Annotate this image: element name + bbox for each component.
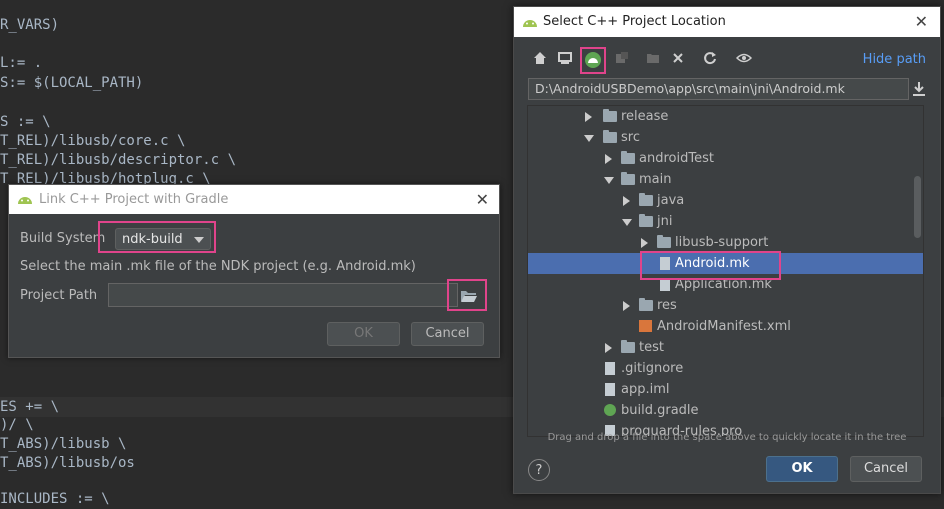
- highlight-box: [98, 221, 216, 253]
- tree-item-label: main: [639, 172, 672, 187]
- cancel-button[interactable]: Cancel: [850, 456, 922, 482]
- folder-icon: [639, 214, 653, 227]
- download-icon[interactable]: [912, 81, 926, 97]
- folder-icon: [639, 298, 653, 311]
- tree-item-libusb-support[interactable]: libusb-support: [528, 232, 923, 253]
- project-path-label: Project Path: [20, 288, 98, 303]
- cancel-button[interactable]: Cancel: [411, 322, 484, 346]
- code-line: S:= $(LOCAL_PATH): [0, 75, 144, 91]
- refresh-icon[interactable]: [701, 51, 719, 69]
- code-line: R_VARS): [0, 17, 60, 33]
- folder-icon: [621, 172, 635, 185]
- project-path-input[interactable]: [108, 283, 458, 307]
- folder-icon: [603, 109, 617, 122]
- chevron-down-icon[interactable]: [622, 219, 632, 226]
- tree-item-label: libusb-support: [675, 235, 769, 250]
- tree-item-release[interactable]: release: [528, 106, 923, 127]
- tree-item-label: test: [639, 340, 664, 355]
- dialog-titlebar: Link C++ Project with Gradle ✕: [9, 185, 499, 214]
- close-icon[interactable]: ✕: [915, 7, 928, 37]
- instruction-text: Select the main .mk file of the NDK proj…: [20, 259, 416, 274]
- tree-item-label: .gitignore: [621, 361, 684, 376]
- code-line: T_REL)/libusb/core.c \: [0, 133, 186, 149]
- highlight-box: [640, 251, 781, 280]
- chevron-right-icon[interactable]: [623, 196, 630, 206]
- tree-item-label: androidTest: [639, 151, 714, 166]
- tree-item-gitignore[interactable]: .gitignore: [528, 358, 923, 379]
- chevron-right-icon[interactable]: [641, 238, 648, 248]
- dialog-title: Link C++ Project with Gradle: [39, 192, 229, 207]
- ok-button[interactable]: OK: [327, 322, 400, 346]
- tree-item-label: release: [621, 109, 669, 124]
- dialog-title: Select C++ Project Location: [543, 14, 726, 29]
- select-project-location-dialog: Select C++ Project Location ✕ Hide path …: [513, 6, 941, 494]
- highlight-box: [580, 47, 606, 74]
- tree-item-label: app.iml: [621, 382, 670, 397]
- chevron-right-icon[interactable]: [605, 154, 612, 164]
- code-line: T_ABS)/libusb/os: [0, 455, 135, 471]
- android-icon: [523, 20, 537, 27]
- code-line: T_REL)/libusb/descriptor.c \: [0, 152, 237, 168]
- chevron-right-icon[interactable]: [605, 343, 612, 353]
- folder-icon: [603, 130, 617, 143]
- help-button[interactable]: ?: [528, 459, 550, 481]
- show-hidden-icon[interactable]: [735, 51, 753, 69]
- tree-item-src[interactable]: src: [528, 127, 923, 148]
- gradle-icon: [604, 404, 616, 416]
- xml-file-icon: [639, 320, 652, 332]
- tree-item-res[interactable]: res: [528, 295, 923, 316]
- tree-scrollbar[interactable]: [914, 176, 921, 238]
- chevron-down-icon[interactable]: [604, 177, 614, 184]
- tree-item-label: src: [621, 130, 640, 145]
- tree-item-androidmanifest[interactable]: AndroidManifest.xml: [528, 316, 923, 337]
- chevron-right-icon[interactable]: [623, 301, 630, 311]
- folder-open-icon: [461, 291, 477, 302]
- code-line: S := \: [0, 114, 51, 130]
- delete-icon[interactable]: [669, 51, 687, 69]
- tree-item-java[interactable]: java: [528, 190, 923, 211]
- android-icon: [18, 197, 32, 204]
- tree-item-androidtest[interactable]: androidTest: [528, 148, 923, 169]
- file-icon: [605, 383, 615, 396]
- chevron-right-icon[interactable]: [585, 112, 592, 122]
- new-folder-icon[interactable]: [644, 51, 662, 69]
- folder-icon: [657, 235, 671, 248]
- code-line: )/ \: [0, 417, 34, 433]
- tree-item-label: java: [657, 193, 685, 208]
- code-line: INCLUDES := \: [0, 491, 110, 507]
- browse-folder-button[interactable]: [460, 288, 478, 302]
- tree-item-app-iml[interactable]: app.iml: [528, 379, 923, 400]
- tree-item-label: build.gradle: [621, 403, 699, 418]
- folder-icon: [639, 193, 653, 206]
- desktop-icon[interactable]: [556, 51, 574, 69]
- folder-icon: [621, 340, 635, 353]
- drag-drop-hint: Drag and drop a file into the space abov…: [547, 432, 907, 443]
- tree-item-label: jni: [657, 214, 673, 229]
- path-input[interactable]: D:\AndroidUSBDemo\app\src\main\jni\Andro…: [528, 78, 909, 100]
- tree-item-label: AndroidManifest.xml: [657, 319, 791, 334]
- tree-item-build-gradle[interactable]: build.gradle: [528, 400, 923, 421]
- file-icon: [605, 362, 615, 375]
- ok-button[interactable]: OK: [766, 456, 838, 482]
- hide-path-link[interactable]: Hide path: [863, 52, 926, 67]
- code-line: T_ABS)/libusb \: [0, 436, 127, 452]
- tree-item-main[interactable]: main: [528, 169, 923, 190]
- code-line: L:= .: [0, 55, 43, 71]
- tree-item-jni[interactable]: jni: [528, 211, 923, 232]
- dialog-titlebar: Select C++ Project Location ✕: [514, 7, 940, 37]
- link-cpp-project-dialog: Link C++ Project with Gradle ✕ Build Sys…: [8, 184, 500, 358]
- chevron-down-icon[interactable]: [584, 135, 594, 142]
- tree-item-label: res: [657, 298, 677, 313]
- folder-icon: [621, 151, 635, 164]
- module-icon[interactable]: [613, 51, 631, 69]
- build-system-label: Build System: [20, 231, 106, 246]
- tree-item-test[interactable]: test: [528, 337, 923, 358]
- home-icon[interactable]: [531, 51, 549, 69]
- close-icon[interactable]: ✕: [476, 185, 489, 214]
